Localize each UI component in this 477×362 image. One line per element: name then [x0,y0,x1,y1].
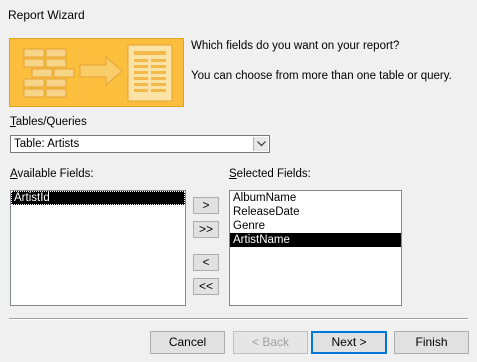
remove-field-button[interactable]: < [193,254,219,271]
available-fields-list[interactable]: ArtistId [10,190,186,306]
cancel-button[interactable]: Cancel [150,331,225,354]
available-field-item[interactable]: ArtistId [11,191,185,205]
wizard-banner-graphic [9,38,184,107]
instruction-text: Which fields do you want on your report? [191,40,400,52]
selected-fields-list[interactable]: AlbumName ReleaseDate Genre ArtistName [229,190,402,306]
tables-queries-dropdown[interactable]: Table: Artists [10,135,270,153]
tables-queries-selected-value: Table: Artists [14,138,80,150]
remove-all-fields-button[interactable]: << [193,278,219,295]
footer-divider [9,318,468,320]
add-field-button[interactable]: > [193,197,219,214]
available-fields-label: Available Fields: [10,168,94,180]
instruction-subtext: You can choose from more than one table … [191,70,452,82]
window-title: Report Wizard [8,8,85,22]
chevron-down-icon [257,141,266,147]
selected-field-item[interactable]: Genre [230,219,401,233]
next-button[interactable]: Next > [311,331,387,354]
table-to-report-illustration-icon [10,39,183,106]
dropdown-button[interactable] [253,137,268,151]
selected-fields-label: Selected Fields: [229,168,311,180]
selected-field-item[interactable]: AlbumName [230,191,401,205]
add-all-fields-button[interactable]: >> [193,221,219,238]
tables-queries-label: Tables/Queries [10,116,87,128]
selected-field-item[interactable]: ArtistName [230,233,401,247]
back-button[interactable]: < Back [233,331,308,354]
selected-field-item[interactable]: ReleaseDate [230,205,401,219]
finish-button[interactable]: Finish [394,331,469,354]
